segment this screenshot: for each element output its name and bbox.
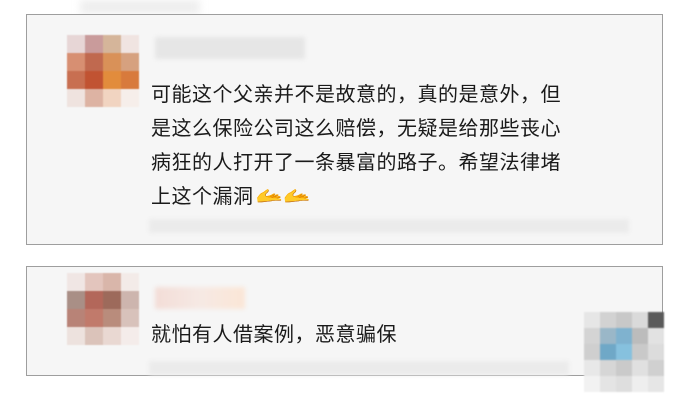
- blurred-header-area: [80, 0, 200, 14]
- comment-line: 是这么保险公司这么赔偿，无疑是给那些丧心: [151, 116, 561, 140]
- comment-text: 可能这个父亲并不是故意的，真的是意外，但 是这么保险公司这么赔偿，无疑是给那些丧…: [151, 77, 561, 214]
- blurred-meta-row: [149, 219, 629, 233]
- blurred-meta-row: [149, 361, 569, 375]
- comment-line: 病狂的人打开了一条暴富的路子。希望法律堵: [151, 150, 561, 174]
- username-blurred[interactable]: [155, 37, 305, 59]
- avatar[interactable]: [67, 273, 139, 345]
- username-blurred[interactable]: [155, 287, 245, 309]
- comment-line: 可能这个父亲并不是故意的，真的是意外，但: [151, 82, 561, 106]
- blurred-corner-image: [584, 312, 664, 392]
- comment-line-last: 上这个漏洞🫴🫴: [151, 179, 561, 214]
- palm-up-hand-emoji-icon: 🫴🫴: [255, 184, 312, 209]
- comment-card: 可能这个父亲并不是故意的，真的是意外，但 是这么保险公司这么赔偿，无疑是给那些丧…: [26, 14, 663, 245]
- comment-card: 就怕有人借案例，恶意骗保: [26, 266, 663, 376]
- comment-line: 就怕有人借案例，恶意骗保: [151, 322, 397, 346]
- avatar[interactable]: [67, 35, 139, 107]
- comment-text: 就怕有人借案例，恶意骗保: [151, 317, 397, 351]
- comment-line-text: 上这个漏洞: [151, 184, 254, 208]
